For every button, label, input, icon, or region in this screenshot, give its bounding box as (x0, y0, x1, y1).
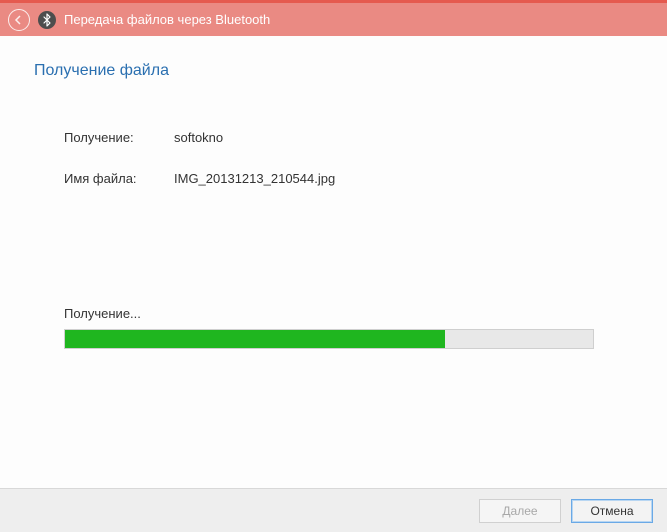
progress-bar (64, 329, 594, 349)
next-button: Далее (479, 499, 561, 523)
titlebar: Передача файлов через Bluetooth (0, 0, 667, 36)
bluetooth-icon (38, 11, 56, 29)
cancel-button[interactable]: Отмена (571, 499, 653, 523)
progress-section: Получение... (34, 306, 633, 349)
filename-value: IMG_20131213_210544.jpg (174, 171, 335, 186)
footer: Далее Отмена (0, 488, 667, 532)
filename-row: Имя файла: IMG_20131213_210544.jpg (34, 171, 633, 186)
progress-label: Получение... (64, 306, 633, 321)
page-heading: Получение файла (34, 62, 633, 80)
progress-fill (65, 330, 445, 348)
receive-row: Получение: softokno (34, 130, 633, 145)
back-button[interactable] (8, 9, 30, 31)
content-area: Получение файла Получение: softokno Имя … (0, 36, 667, 488)
receive-label: Получение: (64, 130, 174, 145)
window-title: Передача файлов через Bluetooth (64, 12, 270, 27)
filename-label: Имя файла: (64, 171, 174, 186)
back-arrow-icon (14, 15, 24, 25)
receive-value: softokno (174, 130, 223, 145)
